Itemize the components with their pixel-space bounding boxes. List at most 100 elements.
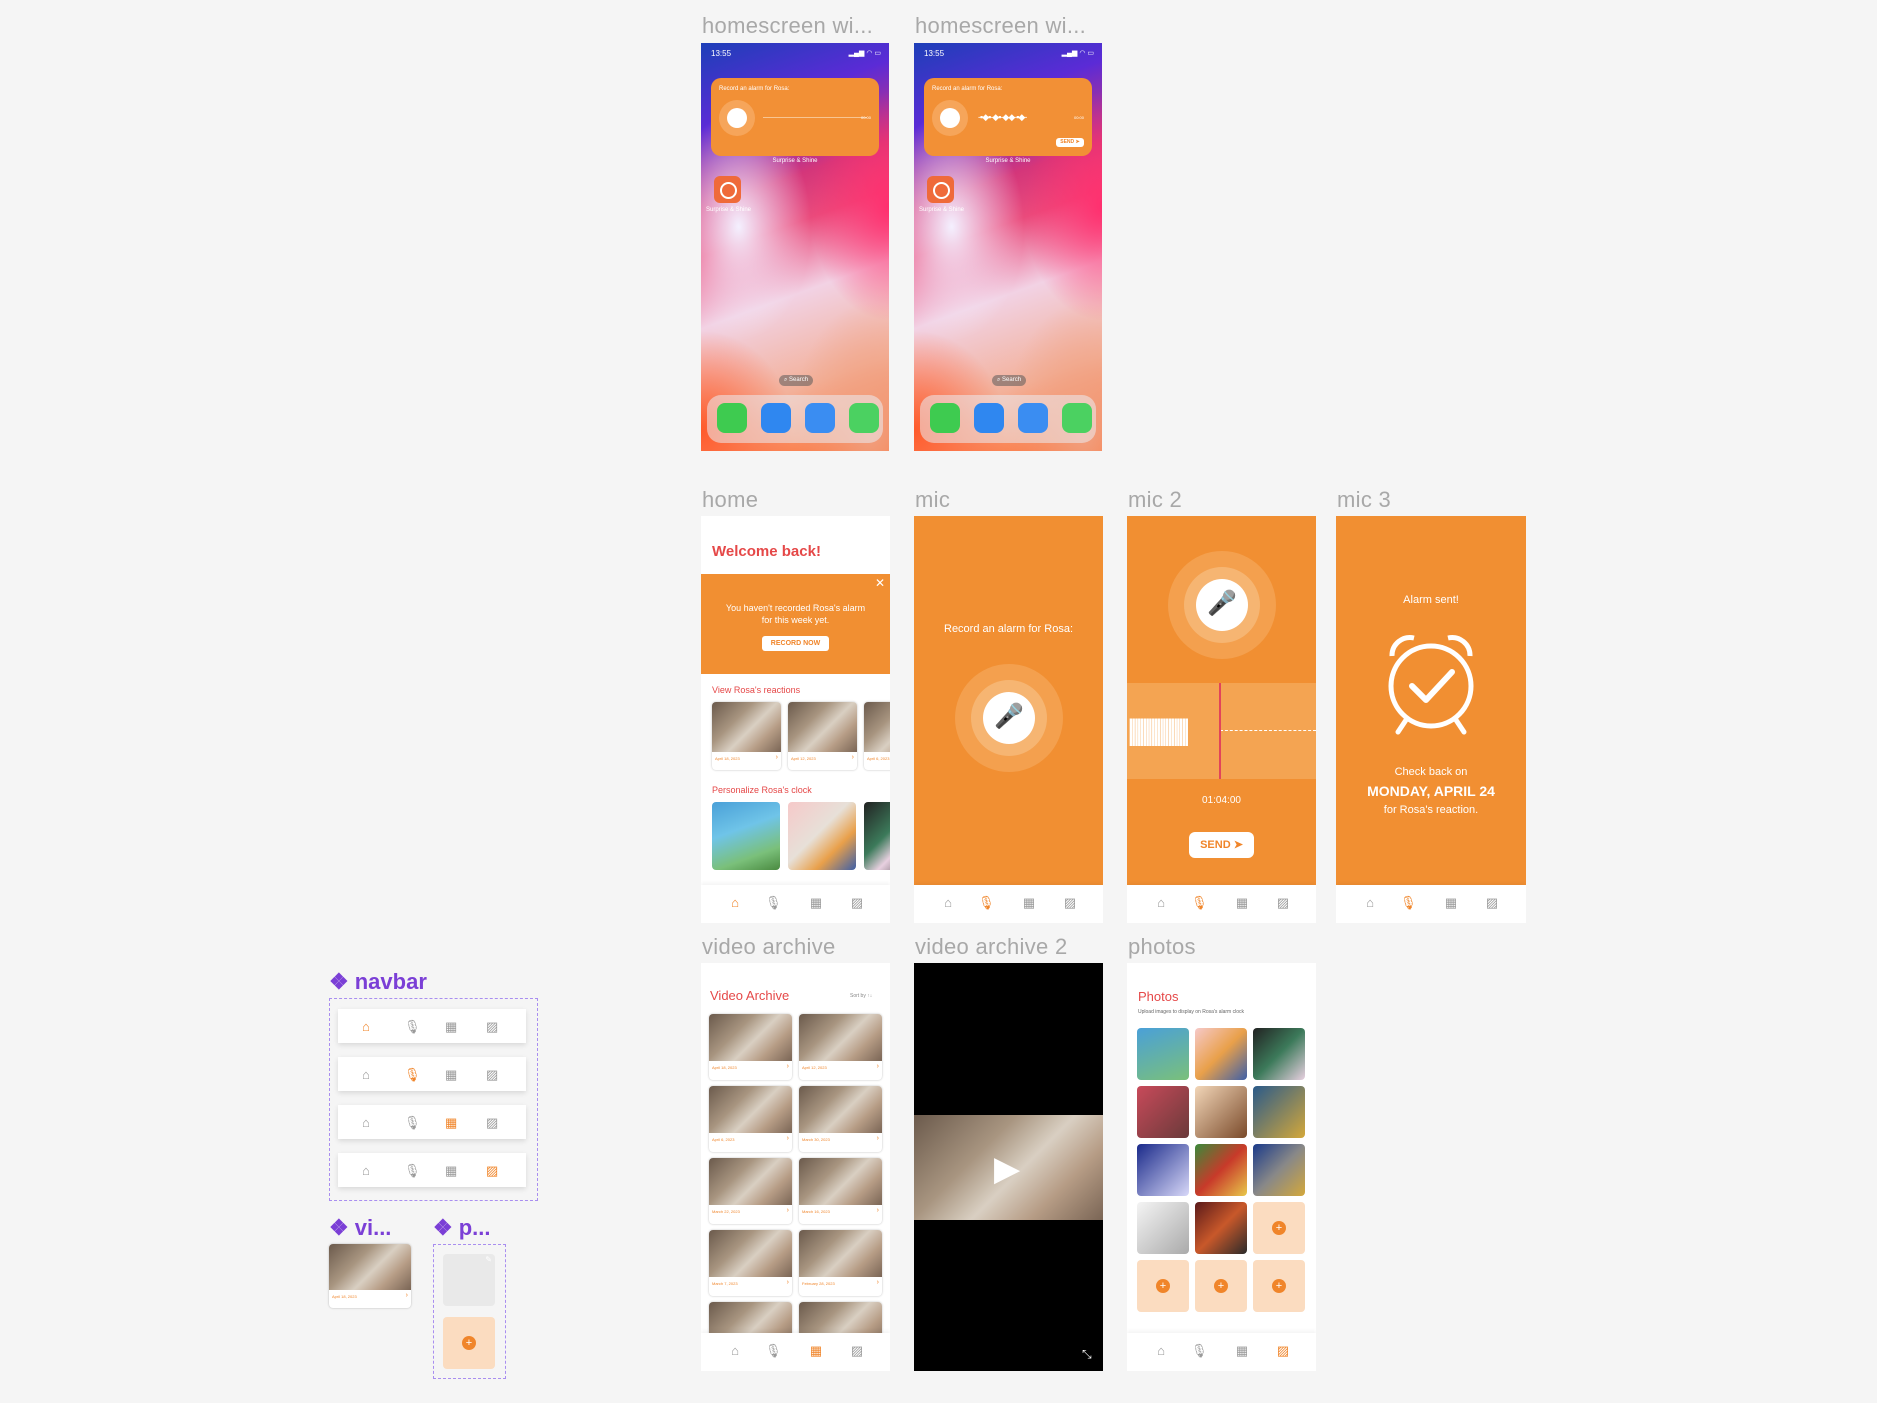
widget-mic-button[interactable] bbox=[719, 100, 755, 136]
frame-label-home[interactable]: home bbox=[702, 487, 758, 513]
film-icon[interactable]: ▦ bbox=[1234, 1344, 1250, 1358]
frame-label-homescreen-1[interactable]: homescreen wi... bbox=[702, 13, 873, 39]
frame-label-homescreen-2[interactable]: homescreen wi... bbox=[915, 13, 1086, 39]
photo-tile[interactable] bbox=[1253, 1028, 1305, 1080]
add-photo-button[interactable]: + bbox=[1253, 1202, 1305, 1254]
mic-icon[interactable]: 🎙 bbox=[765, 1344, 782, 1358]
frame-label-photos[interactable]: photos bbox=[1128, 934, 1196, 960]
mail-icon[interactable] bbox=[1018, 403, 1048, 433]
sort-control[interactable]: Sort by ↑↓ bbox=[850, 993, 872, 999]
alarm-app-icon[interactable] bbox=[714, 176, 741, 203]
add-photo-button[interactable]: + bbox=[1195, 1260, 1247, 1312]
video-component-title[interactable]: ❖ vi... bbox=[329, 1215, 391, 1241]
record-widget[interactable]: Record an alarm for Rosa: 00:00 bbox=[711, 78, 879, 156]
safari-icon[interactable] bbox=[761, 403, 791, 433]
frame-label-mic3[interactable]: mic 3 bbox=[1337, 487, 1391, 513]
reaction-card[interactable]: April 6, 2023 bbox=[864, 702, 890, 770]
image-icon[interactable]: ▨ bbox=[1275, 896, 1291, 910]
home-icon[interactable]: ⌂ bbox=[1153, 896, 1169, 910]
navbar-variant-film[interactable]: ⌂ 🎙 ▦ ▨ bbox=[338, 1105, 526, 1139]
video-card[interactable]: March 16, 2023 › bbox=[799, 1158, 882, 1224]
image-icon[interactable]: ▨ bbox=[1275, 1344, 1291, 1358]
photo-tile[interactable] bbox=[1137, 1202, 1189, 1254]
search-pill[interactable]: ⌕ Search bbox=[992, 375, 1026, 386]
video-player-frame[interactable]: ▶ ⤡ bbox=[914, 963, 1103, 1371]
mic-record-button[interactable]: 🎤 bbox=[1196, 579, 1248, 631]
mic2-frame[interactable]: 🎤 ||||||||||||||||||||| 01:04:00 SEND ➤ … bbox=[1127, 516, 1316, 923]
mic-frame[interactable]: Record an alarm for Rosa: 🎤 ⌂ 🎙 ▦ ▨ bbox=[914, 516, 1103, 923]
navbar-component-title[interactable]: ❖ navbar bbox=[329, 969, 427, 995]
widget-mic-button[interactable] bbox=[932, 100, 968, 136]
image-icon[interactable]: ▨ bbox=[849, 896, 865, 910]
alarm-app-icon[interactable] bbox=[927, 176, 954, 203]
navbar-variant-image[interactable]: ⌂ 🎙 ▦ ▨ bbox=[338, 1153, 526, 1187]
video-card[interactable]: February 28, 2023 › bbox=[799, 1230, 882, 1296]
mic-record-button[interactable]: 🎤 bbox=[983, 692, 1035, 744]
mic3-frame[interactable]: Alarm sent! Check back on MONDAY, APRIL … bbox=[1336, 516, 1526, 923]
clock-image-1[interactable] bbox=[712, 802, 780, 870]
video-archive-frame[interactable]: Video Archive Sort by ↑↓ April 18, 2023 ›… bbox=[701, 963, 890, 1371]
messages-icon[interactable] bbox=[849, 403, 879, 433]
film-icon[interactable]: ▦ bbox=[1443, 896, 1459, 910]
clock-image-3[interactable] bbox=[864, 802, 890, 870]
search-pill[interactable]: ⌕ Search bbox=[779, 375, 813, 386]
video-card-component[interactable]: April 18, 2023 › bbox=[329, 1244, 411, 1308]
frame-label-mic2[interactable]: mic 2 bbox=[1128, 487, 1182, 513]
photos-frame[interactable]: Photos Upload images to display on Rosa'… bbox=[1127, 963, 1316, 1371]
film-icon[interactable]: ▦ bbox=[1021, 896, 1037, 910]
safari-icon[interactable] bbox=[974, 403, 1004, 433]
video-card[interactable]: April 6, 2023 › bbox=[709, 1086, 792, 1152]
mic-icon[interactable]: 🎙 bbox=[1400, 896, 1417, 910]
image-icon[interactable]: ▨ bbox=[849, 1344, 865, 1358]
photo-tile[interactable] bbox=[1137, 1144, 1189, 1196]
playhead[interactable] bbox=[1219, 683, 1221, 779]
mic-icon[interactable]: 🎙 bbox=[1191, 896, 1208, 910]
photo-tile[interactable] bbox=[1137, 1028, 1189, 1080]
image-icon[interactable]: ▨ bbox=[1484, 896, 1500, 910]
homescreen-frame-1[interactable]: 13:55 ▂▄▆ ◠ ▭ Record an alarm for Rosa: … bbox=[701, 43, 889, 451]
home-frame[interactable]: Welcome back! ✕ You haven't recorded Ros… bbox=[701, 516, 890, 923]
add-photo-button[interactable]: + bbox=[1253, 1260, 1305, 1312]
video-card[interactable]: April 12, 2023 › bbox=[799, 1014, 882, 1080]
photo-tile[interactable] bbox=[1195, 1086, 1247, 1138]
send-button[interactable]: SEND ➤ bbox=[1056, 138, 1084, 147]
photo-tile[interactable] bbox=[1195, 1202, 1247, 1254]
reaction-card[interactable]: April 18, 2023 › bbox=[712, 702, 781, 770]
film-icon[interactable]: ▦ bbox=[1234, 896, 1250, 910]
record-now-button[interactable]: RECORD NOW bbox=[762, 636, 829, 651]
messages-icon[interactable] bbox=[1062, 403, 1092, 433]
reactions-title[interactable]: View Rosa's reactions bbox=[712, 685, 800, 695]
phone-icon[interactable] bbox=[717, 403, 747, 433]
navbar-component-set[interactable]: ⌂ 🎙 ▦ ▨ ⌂ 🎙 ▦ ▨ ⌂ 🎙 ▦ ▨ ⌂ 🎙 ▦ ▨ bbox=[329, 998, 538, 1201]
fullscreen-exit-icon[interactable]: ⤡ bbox=[1082, 1347, 1092, 1362]
photo-tile[interactable] bbox=[1253, 1144, 1305, 1196]
add-photo-button[interactable]: + bbox=[443, 1317, 495, 1369]
mic-icon[interactable]: 🎙 bbox=[1191, 1344, 1208, 1358]
photo-placeholder[interactable]: ✎ bbox=[443, 1254, 495, 1306]
photo-component-title[interactable]: ❖ p... bbox=[433, 1215, 491, 1241]
home-icon[interactable]: ⌂ bbox=[727, 1344, 743, 1358]
reaction-card[interactable]: April 12, 2023 › bbox=[788, 702, 857, 770]
video-card[interactable]: March 7, 2023 › bbox=[709, 1230, 792, 1296]
play-icon[interactable]: ▶ bbox=[994, 1149, 1020, 1189]
frame-label-video-archive[interactable]: video archive bbox=[702, 934, 836, 960]
video-card[interactable]: March 22, 2023 › bbox=[709, 1158, 792, 1224]
personalize-title[interactable]: Personalize Rosa's clock bbox=[712, 785, 812, 795]
frame-label-mic[interactable]: mic bbox=[915, 487, 950, 513]
phone-icon[interactable] bbox=[930, 403, 960, 433]
homescreen-frame-2[interactable]: 13:55 ▂▄▆ ◠ ▭ Record an alarm for Rosa: … bbox=[914, 43, 1102, 451]
photo-tile[interactable] bbox=[1253, 1086, 1305, 1138]
home-icon[interactable]: ⌂ bbox=[1362, 896, 1378, 910]
photo-tile[interactable] bbox=[1195, 1028, 1247, 1080]
film-icon[interactable]: ▦ bbox=[808, 896, 824, 910]
mic-icon[interactable]: 🎙 bbox=[765, 896, 782, 910]
image-icon[interactable]: ▨ bbox=[1062, 896, 1078, 910]
video-card[interactable]: April 18, 2023 › bbox=[709, 1014, 792, 1080]
home-icon[interactable]: ⌂ bbox=[940, 896, 956, 910]
navbar-variant-mic[interactable]: ⌂ 🎙 ▦ ▨ bbox=[338, 1057, 526, 1091]
add-photo-button[interactable]: + bbox=[1137, 1260, 1189, 1312]
send-button[interactable]: SEND ➤ bbox=[1189, 832, 1254, 858]
mic-icon[interactable]: 🎙 bbox=[978, 896, 995, 910]
video-card[interactable]: March 30, 2023 › bbox=[799, 1086, 882, 1152]
clock-image-2[interactable] bbox=[788, 802, 856, 870]
